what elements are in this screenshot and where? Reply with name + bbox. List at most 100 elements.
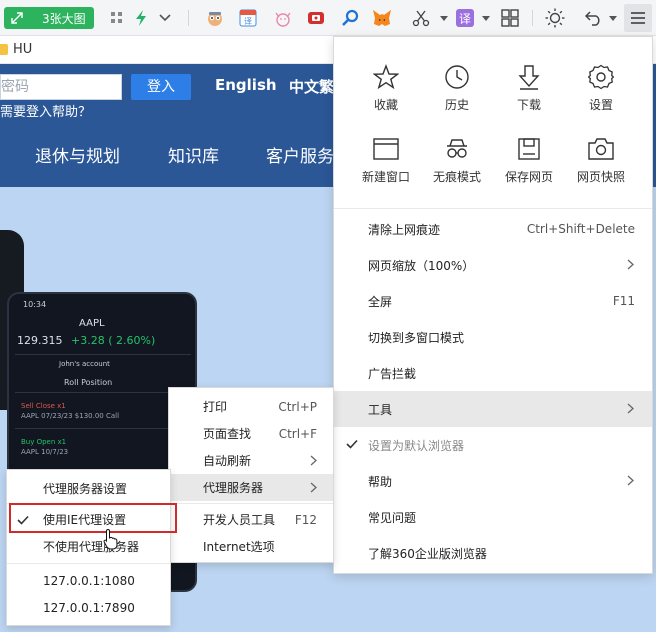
apps-grid-icon[interactable] [500,8,520,28]
gear-icon [569,63,633,91]
screenshot-button-label: 3张大图 [42,11,86,26]
quick-action-history[interactable]: 历史 [425,63,489,113]
menu-item-label: 切换到多窗口模式 [368,330,465,345]
phone-account: John's account [59,360,110,368]
quick-action-incognito[interactable]: 无痕模式 [425,135,489,185]
chevron-down-icon[interactable] [434,8,454,28]
tools-item-auto-refresh[interactable]: 自动刷新 [169,447,333,474]
folder-icon [0,44,8,55]
menu-item-label: 不使用代理服务器 [43,540,140,554]
login-button[interactable]: 登入 [131,74,191,100]
menu-icon[interactable] [624,4,652,32]
quick-action-settings[interactable]: 设置 [569,63,633,113]
translate-ext-glyph: 译 [244,17,252,26]
menu-item-label: 127.0.0.1:1080 [43,573,135,588]
new-window-icon [354,135,418,163]
nav-item-knowledge[interactable]: 知识库 [168,142,219,167]
proxy-item-settings[interactable]: 代理服务器设置 [7,475,170,502]
chevron-right-icon [627,475,634,489]
nav-item-service[interactable]: 客户服务 [266,142,334,167]
proxy-item-use-ie[interactable]: 使用IE代理设置 [7,506,170,533]
menu-item-shortcut: Ctrl+Shift+Delete [526,222,635,236]
menu-divider [7,503,170,504]
quick-action-new-window[interactable]: 新建窗口 [354,135,418,185]
chevron-right-icon [310,482,317,496]
language-chinese-link[interactable]: 中文繁 [289,76,334,97]
menu-item-enterprise[interactable]: 了解360企业版浏览器 [334,535,652,571]
password-input[interactable]: 密码 [0,74,122,100]
menu-item-zoom[interactable]: 网页缩放（100%） [334,247,652,283]
save-icon [497,135,561,163]
menu-item-label: 网页缩放（100%） [368,258,475,273]
proxy-item-no-proxy[interactable]: 不使用代理服务器 [7,533,170,560]
avatar-cat-icon[interactable] [205,8,225,28]
menu-item-ad-block[interactable]: 广告拦截 [334,355,652,391]
translate-ext-icon[interactable]: 译 [238,8,258,28]
chevron-right-icon [627,403,634,417]
proxy-submenu: 代理服务器设置 使用IE代理设置 不使用代理服务器 127.0.0.1:1080… [6,469,177,626]
nav-item-retirement[interactable]: 退休与规划 [35,142,120,167]
quick-action-snapshot[interactable]: 网页快照 [569,135,633,185]
quick-action-favorites[interactable]: 收藏 [354,63,418,113]
proxy-item-1080[interactable]: 127.0.0.1:1080 [7,567,170,594]
menu-item-multi-window[interactable]: 切换到多窗口模式 [334,319,652,355]
menu-item-clear-history[interactable]: 清除上网痕迹 Ctrl+Shift+Delete [334,211,652,247]
menu-item-tools[interactable]: 工具 [334,391,652,427]
menu-item-label: Internet选项 [203,540,275,554]
menu-item-label: 代理服务器设置 [43,482,128,496]
checkmark-icon [17,514,29,528]
menu-item-label: 了解360企业版浏览器 [368,546,487,561]
chevron-down-icon[interactable] [603,8,623,28]
menu-divider [169,503,333,504]
bookmark-folder[interactable]: HU [0,42,32,57]
quick-action-downloads[interactable]: 下载 [497,63,561,113]
quick-action-label: 网页快照 [576,170,625,184]
tools-item-find[interactable]: 页面查找 Ctrl+F [169,420,333,447]
hand-cursor-icon [103,528,119,550]
tools-item-devtools[interactable]: 开发人员工具 F12 [169,506,333,533]
tools-item-internet-options[interactable]: Internet选项 [169,533,333,560]
tools-item-print[interactable]: 打印 Ctrl+P [169,393,333,420]
metamask-fox-icon[interactable] [372,8,392,28]
clock-icon [425,63,489,91]
chevron-right-icon [627,259,634,273]
phone-change: +3.28 ( 2.60%) [71,334,156,347]
phone-sell-label: Sell Close x1 [21,402,66,410]
lightning-icon[interactable] [131,8,151,28]
menu-item-default-browser[interactable]: 设置为默认浏览器 [334,427,652,463]
brightness-icon[interactable] [545,8,565,28]
star-icon [354,63,418,91]
phone-section: Roll Position [64,378,113,387]
quick-action-label: 设置 [588,98,613,112]
menu-item-label: 页面查找 [203,427,252,441]
chevron-down-icon[interactable] [476,8,496,28]
phone-time: 10:34 [23,300,47,309]
undo-icon[interactable] [584,8,604,28]
quick-action-label: 历史 [444,98,469,112]
menu-item-label: 广告拦截 [368,366,417,381]
grid-apps-icon[interactable] [107,8,127,28]
quick-action-save-page[interactable]: 保存网页 [497,135,561,185]
menu-item-help[interactable]: 帮助 [334,463,652,499]
cat-face-icon[interactable] [273,8,293,28]
chevron-down-icon[interactable] [155,8,175,28]
divider [15,428,191,429]
incognito-icon [425,135,489,163]
phone-price: 129.315 [17,334,63,347]
quick-action-label: 新建窗口 [361,170,410,184]
video-icon[interactable] [306,8,326,28]
scissors-icon[interactable] [411,8,431,28]
login-help-link[interactable]: 需要登入帮助？ [0,101,91,120]
menu-item-fullscreen[interactable]: 全屏 F11 [334,283,652,319]
download-icon [497,63,561,91]
menu-divider [7,563,170,564]
translate-icon[interactable]: 译 [455,8,475,28]
camera-icon [569,135,633,163]
toolbar-divider [532,10,533,26]
tools-item-proxy[interactable]: 代理服务器 [169,474,333,501]
proxy-item-7890[interactable]: 127.0.0.1:7890 [7,594,170,621]
screenshot-button[interactable]: 3张大图 [4,7,94,29]
search-icon[interactable] [340,8,360,28]
language-english-link[interactable]: English [215,76,277,94]
menu-item-faq[interactable]: 常见问题 [334,499,652,535]
